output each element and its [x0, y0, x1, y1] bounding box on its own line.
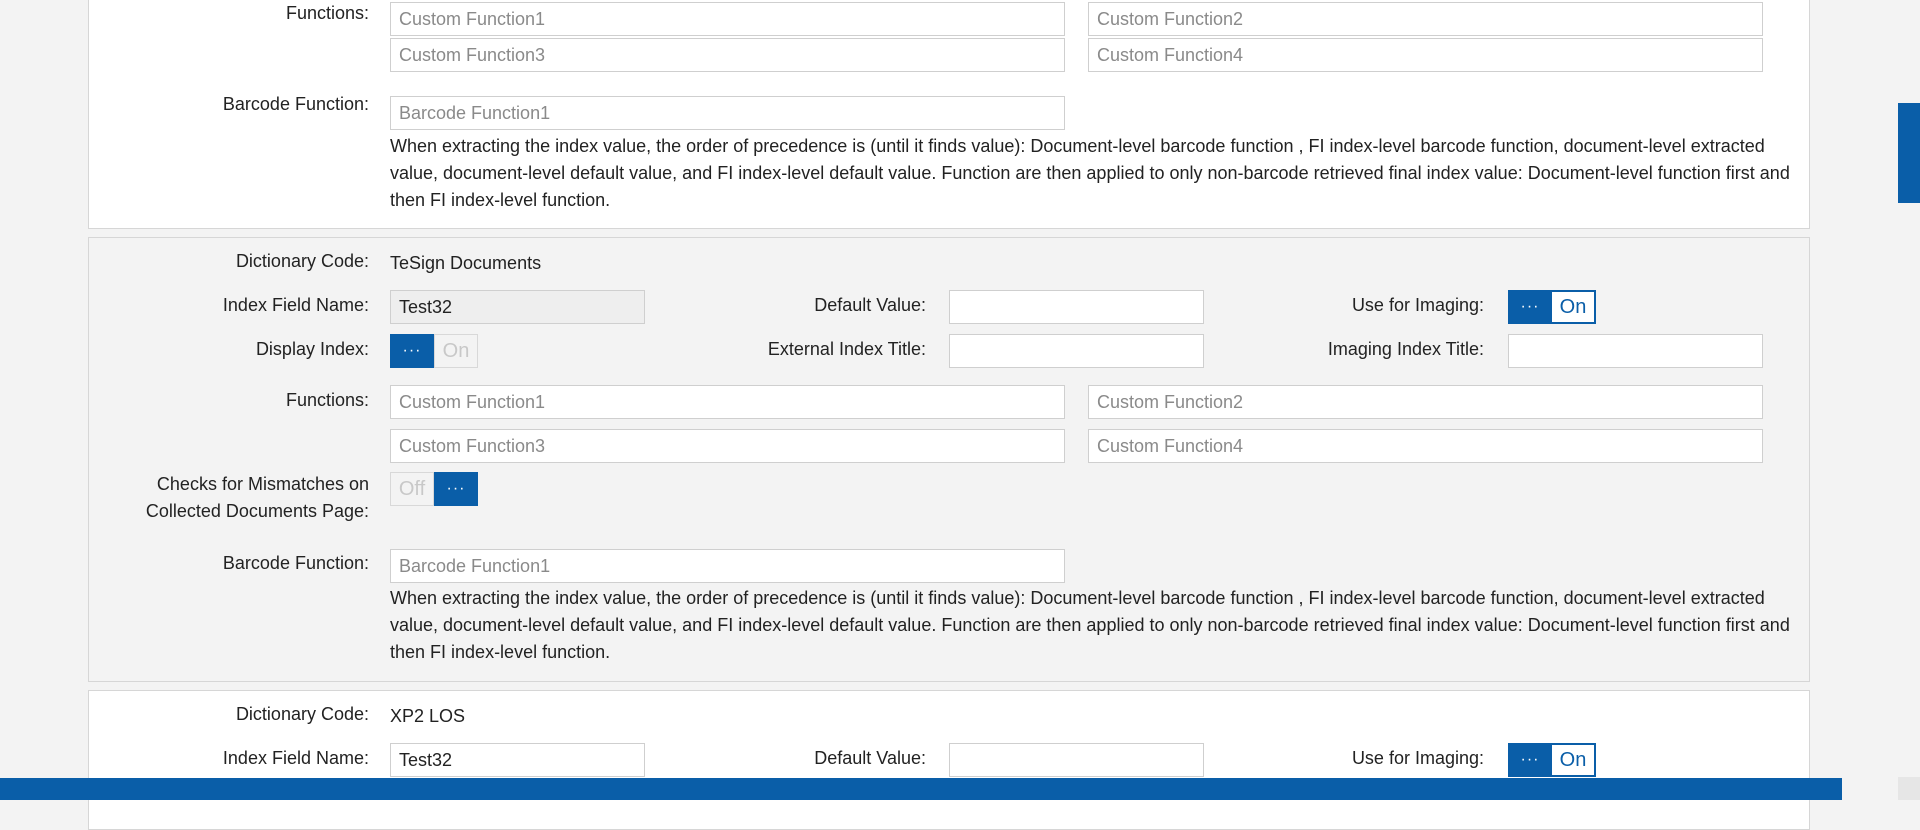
custom-function-1-input[interactable] — [390, 2, 1065, 36]
index-field-name-label: Index Field Name: — [222, 295, 369, 315]
external-index-title-label: External Index Title: — [767, 339, 926, 359]
custom-function-4-input[interactable] — [1088, 38, 1763, 72]
custom-function-4-input[interactable] — [1088, 429, 1763, 463]
dictionary-code-label: Dictionary Code: — [235, 251, 369, 271]
imaging-index-title-label: Imaging Index Title: — [1327, 339, 1484, 359]
toggle-knob: ··· — [390, 334, 434, 368]
display-index-label: Display Index: — [255, 339, 369, 359]
toggle-on-label: On — [1552, 290, 1596, 324]
toggle-on-label: On — [434, 334, 478, 368]
custom-function-2-input[interactable] — [1088, 2, 1763, 36]
use-for-imaging-toggle[interactable]: ··· On — [1508, 290, 1596, 324]
functions-label: Functions: — [285, 390, 369, 410]
barcode-function-input[interactable] — [390, 96, 1065, 130]
index-field-name-input[interactable] — [390, 743, 645, 777]
checks-for-mismatches-toggle[interactable]: Off ··· — [390, 472, 478, 506]
barcode-function-input[interactable] — [390, 549, 1065, 583]
index-field-panel-1: Functions: Barcode Function: When extrac… — [88, 0, 1810, 229]
barcode-function-label: Barcode Function: — [222, 94, 369, 114]
custom-function-3-input[interactable] — [390, 429, 1065, 463]
bottom-action-bar — [0, 778, 1842, 800]
use-for-imaging-toggle[interactable]: ··· On — [1508, 743, 1596, 777]
toggle-on-label: On — [1552, 743, 1596, 777]
index-field-name-label: Index Field Name: — [222, 748, 369, 768]
use-for-imaging-label: Use for Imaging: — [1351, 295, 1484, 315]
toggle-knob: ··· — [434, 472, 478, 506]
display-index-toggle[interactable]: ··· On — [390, 334, 478, 368]
custom-function-1-input[interactable] — [390, 385, 1065, 419]
vertical-scrollbar-thumb[interactable] — [1898, 103, 1920, 203]
dictionary-code-value: TeSign Documents — [390, 253, 542, 273]
vertical-scrollbar-track[interactable] — [1898, 777, 1920, 800]
custom-function-3-input[interactable] — [390, 38, 1065, 72]
index-field-panel-2: Dictionary Code: TeSign Documents Index … — [88, 237, 1810, 682]
dictionary-code-label: Dictionary Code: — [235, 704, 369, 724]
precedence-note: When extracting the index value, the ord… — [390, 588, 1790, 662]
default-value-label: Default Value: — [814, 748, 926, 768]
functions-label: Functions: — [285, 3, 369, 23]
custom-function-2-input[interactable] — [1088, 385, 1763, 419]
index-field-name-input[interactable] — [390, 290, 645, 324]
dictionary-code-value: XP2 LOS — [390, 706, 466, 726]
toggle-knob: ··· — [1508, 743, 1552, 777]
default-value-input[interactable] — [949, 743, 1204, 777]
checks-for-mismatches-label: Checks for Mismatches on Collected Docum… — [145, 474, 369, 521]
imaging-index-title-input[interactable] — [1508, 334, 1763, 368]
barcode-function-label: Barcode Function: — [222, 553, 369, 573]
toggle-knob: ··· — [1508, 290, 1552, 324]
precedence-note: When extracting the index value, the ord… — [390, 136, 1790, 210]
use-for-imaging-label: Use for Imaging: — [1351, 748, 1484, 768]
index-field-panel-3: Dictionary Code: XP2 LOS Index Field Nam… — [88, 690, 1810, 830]
toggle-off-label: Off — [390, 472, 434, 506]
default-value-input[interactable] — [949, 290, 1204, 324]
default-value-label: Default Value: — [814, 295, 926, 315]
external-index-title-input[interactable] — [949, 334, 1204, 368]
